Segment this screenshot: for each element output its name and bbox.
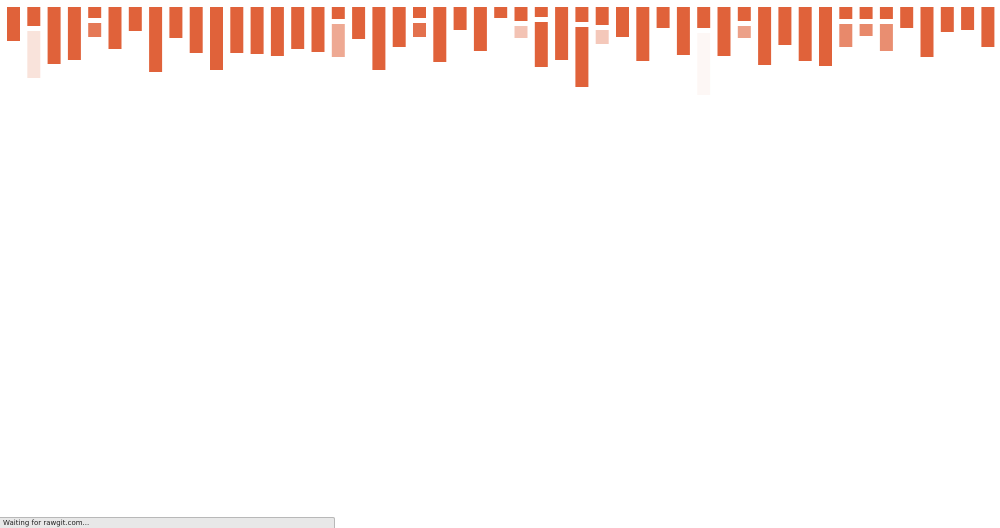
- bar-c37-s1: [737, 7, 751, 21]
- bar-c35-s1: [697, 7, 711, 28]
- bar-c42-s2: [839, 24, 853, 47]
- bar-c3-s1: [47, 7, 61, 64]
- bar-c2-s2: [27, 31, 41, 78]
- bar-c44-s2: [879, 24, 893, 51]
- bar-c20-s1: [392, 7, 406, 47]
- bar-c9-s1: [169, 7, 183, 38]
- bar-c43-s2: [859, 24, 873, 36]
- bar-c7-s1: [128, 7, 142, 31]
- bar-c45-s1: [900, 7, 914, 28]
- bar-c10-s1: [189, 7, 203, 53]
- bar-c1-s1: [7, 7, 20, 41]
- bar-c48-s1: [961, 7, 975, 30]
- bar-c40-s1: [798, 7, 812, 61]
- bar-c49-s1: [981, 7, 995, 47]
- bar-c22-s1: [433, 7, 447, 62]
- bar-c21-s1: [413, 7, 426, 18]
- bar-c37-s2: [737, 26, 751, 38]
- bar-c26-s2: [514, 26, 528, 38]
- bar-c26-s1: [514, 7, 528, 21]
- bar-c23-s1: [453, 7, 467, 30]
- bar-c27-s1: [534, 7, 548, 17]
- bar-c38-s1: [758, 7, 772, 65]
- bar-c4-s1: [67, 7, 81, 60]
- bar-c18-s1: [352, 7, 366, 39]
- bar-c2-s1: [27, 7, 41, 26]
- bar-c19-s1: [372, 7, 386, 70]
- bar-c35-s2: [697, 33, 711, 95]
- bar-c44-s1: [879, 7, 893, 19]
- bar-c33-s1: [656, 7, 670, 28]
- bar-c17-s2: [331, 24, 345, 57]
- bar-c29-s2: [575, 27, 589, 87]
- bar-c28-s1: [555, 7, 569, 60]
- bar-c17-s1: [331, 7, 345, 19]
- bar-c27-s2: [534, 22, 548, 67]
- bar-c6-s1: [108, 7, 122, 49]
- bar-c41-s1: [819, 7, 832, 66]
- bar-c31-s1: [616, 7, 629, 37]
- bar-c30-s1: [595, 7, 609, 25]
- browser-status-bar: Waiting for rawgit.com...: [0, 517, 335, 528]
- bar-c5-s2: [88, 23, 102, 37]
- bar-c36-s1: [717, 7, 731, 56]
- bar-c15-s1: [291, 7, 305, 49]
- bar-group: [7, 7, 995, 95]
- bar-c29-s1: [575, 7, 589, 22]
- bar-c32-s1: [636, 7, 650, 61]
- bar-c11-s1: [210, 7, 223, 70]
- status-text: Waiting for rawgit.com...: [3, 519, 90, 527]
- bar-c16-s1: [311, 7, 325, 52]
- bar-c21-s2: [413, 23, 426, 37]
- bar-c30-s2: [595, 30, 609, 44]
- bar-c34-s1: [676, 7, 690, 55]
- bar-c24-s1: [473, 7, 487, 51]
- bar-c42-s1: [839, 7, 853, 19]
- bar-c5-s1: [88, 7, 102, 18]
- stacked-bar-chart: [7, 7, 995, 95]
- bar-c12-s1: [230, 7, 244, 53]
- bar-c46-s1: [920, 7, 934, 57]
- bar-c47-s1: [940, 7, 954, 32]
- bar-c13-s1: [250, 7, 264, 54]
- bar-c14-s1: [270, 7, 284, 56]
- bar-c8-s1: [149, 7, 163, 72]
- bar-c43-s1: [859, 7, 873, 19]
- bar-c25-s1: [494, 7, 508, 18]
- bar-c39-s1: [778, 7, 792, 45]
